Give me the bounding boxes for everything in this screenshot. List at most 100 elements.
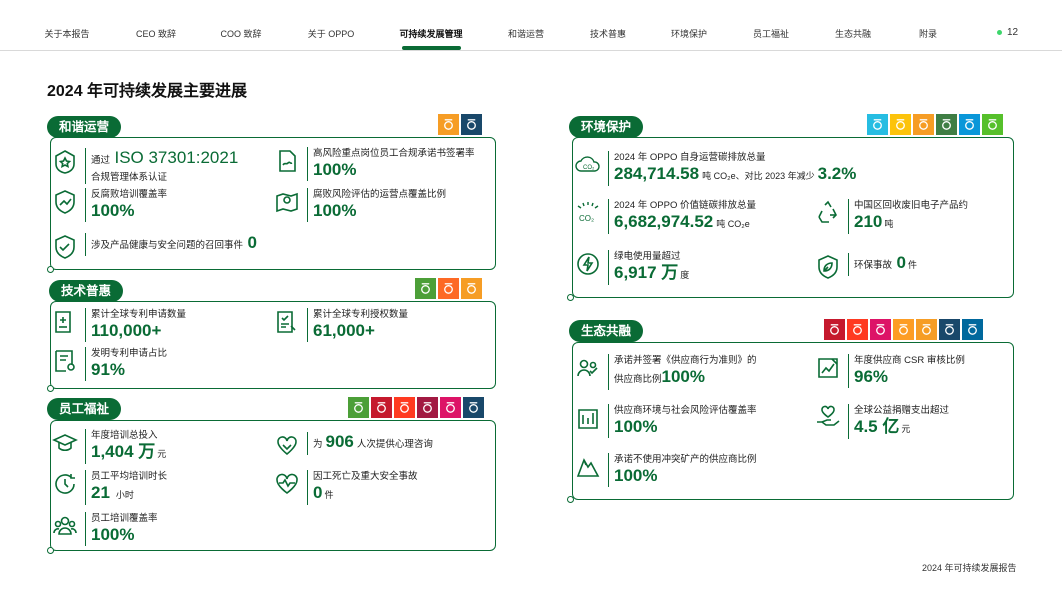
recycle-unit: 吨: [884, 219, 894, 229]
apply-value: 110,000+: [91, 321, 162, 340]
sdg-goal-icon: [415, 278, 436, 299]
metric-donate: 全球公益捐赠支出超过 4.5 亿元: [815, 404, 949, 439]
heart-hands-icon: [274, 433, 300, 459]
accident-value: 0: [313, 483, 323, 502]
nav-appendix[interactable]: 附录: [919, 27, 937, 40]
code-label: 承诺并签署《供应商行为准则》的: [614, 355, 757, 366]
donate-label: 全球公益捐赠支出超过: [854, 405, 950, 416]
nav-environment[interactable]: 环境保护: [671, 27, 707, 40]
patent-grant-icon: [274, 309, 300, 335]
metric-conflict-minerals: 承诺不使用冲突矿产的供应商比例 100%: [575, 453, 757, 487]
ecosystem-sdg-icons: [824, 319, 983, 340]
shield-check-icon: [52, 234, 78, 260]
conflict-label: 承诺不使用冲突矿产的供应商比例: [614, 454, 757, 465]
assess-label: 供应商环境与社会风险评估覆盖率: [614, 405, 757, 416]
incident-pre: 环保事故: [854, 260, 893, 271]
nav-ecosystem[interactable]: 生态共融: [835, 27, 871, 40]
employee-title: 员工福祉: [47, 398, 122, 420]
page-dot-icon: [997, 29, 1002, 35]
csr-value: 96%: [854, 367, 889, 386]
recycle-label: 中国区回收废旧电子产品约: [854, 200, 969, 211]
sdg-goal-icon: [348, 397, 369, 418]
training-value: 100%: [91, 201, 135, 220]
sdg-goal-icon: [417, 397, 438, 418]
psych-value: 906: [325, 432, 354, 451]
invest-value: 1,404 万: [91, 442, 156, 461]
sdg-goal-icon: [913, 114, 934, 135]
employee-end-dot: [47, 547, 54, 554]
training-label: 反腐败培训覆盖率: [91, 189, 168, 200]
own-unit: 吨 CO₂e、对比 2023 年减少: [702, 171, 815, 181]
nav-active-indicator: [402, 46, 461, 50]
csr-label: 年度供应商 CSR 审核比例: [854, 355, 965, 366]
svg-text:CO₂: CO₂: [579, 214, 594, 223]
metric-training: 反腐败培训覆盖率 100%: [52, 188, 167, 222]
metric-iso: 通过 ISO 37301:2021 合规管理体系认证: [52, 148, 238, 184]
sdg-goal-icon: [890, 114, 911, 135]
metric-recall: 涉及产品健康与安全问题的召回事件 0: [52, 233, 257, 260]
metric-risk: 腐败风险评估的运营点覆盖比例 100%: [274, 188, 446, 222]
supplier-people-icon: [575, 355, 601, 381]
metric-chain-emission: CO₂ 2024 年 OPPO 价值链碳排放总量 6,682,974.52 吨 C…: [575, 199, 756, 234]
shield-growth-icon: [52, 189, 78, 215]
green-power-icon: [575, 251, 601, 277]
metric-invention: 发明专利申请占比 91%: [52, 347, 167, 381]
incident-unit: 件: [907, 260, 917, 270]
accident-label: 因工死亡及重大安全事故: [313, 471, 418, 482]
nav-about-oppo[interactable]: 关于 OPPO: [308, 27, 355, 40]
nav-employee[interactable]: 员工福祉: [753, 27, 789, 40]
tech-sdg-icons: [415, 278, 482, 299]
chain-label: 2024 年 OPPO 价值链碳排放总量: [614, 200, 757, 211]
patent-apply-icon: [52, 309, 78, 335]
hours-unit: 小时: [115, 490, 134, 500]
iso-pre: 通过: [91, 155, 111, 166]
metric-env-incident: 环保事故 0件: [815, 253, 917, 280]
own-value: 284,714.58: [614, 164, 700, 183]
nav-tech[interactable]: 技术普惠: [590, 27, 626, 40]
sdg-goal-icon: [959, 114, 980, 135]
commitment-value: 100%: [313, 160, 357, 179]
own-label: 2024 年 OPPO 自身运营碳排放总量: [614, 152, 766, 163]
risk-label: 腐败风险评估的运营点覆盖比例: [313, 189, 447, 200]
nav-harmony[interactable]: 和谐运营: [508, 27, 544, 40]
chain-unit: 吨 CO₂e: [716, 219, 750, 229]
metric-supplier-code: 承诺并签署《供应商行为准则》的 供应商比例100%: [575, 354, 757, 390]
donate-unit: 元: [901, 424, 911, 434]
nav-ceo[interactable]: CEO 致辞: [136, 27, 176, 40]
heart-pulse-icon: [274, 471, 300, 497]
sdg-goal-icon: [461, 278, 482, 299]
code-value: 100%: [661, 367, 705, 386]
sdg-goal-icon: [982, 114, 1003, 135]
charity-hands-icon: [815, 405, 841, 431]
employee-sdg-icons: [348, 397, 484, 418]
nav-sustainability-mgmt[interactable]: 可持续发展管理: [399, 27, 462, 40]
psych-pre: 为: [313, 439, 323, 450]
commitment-label: 高风险重点岗位员工合规承诺书签署率: [313, 148, 475, 159]
harmony-sdg-icons: [438, 114, 482, 135]
co2-cloud-icon: CO₂: [575, 152, 601, 178]
invention-label: 发明专利申请占比: [91, 348, 168, 359]
hours-label: 员工平均培训时长: [91, 471, 168, 482]
green-value: 6,917 万: [614, 263, 679, 282]
metric-supplier-assess: 供应商环境与社会风险评估覆盖率 100%: [575, 404, 757, 438]
nav-coo[interactable]: COO 致辞: [220, 27, 261, 40]
nav-about-report[interactable]: 关于本报告: [44, 27, 89, 40]
sdg-goal-icon: [962, 319, 983, 340]
page-number-value: 12: [1007, 27, 1019, 38]
tech-title: 技术普惠: [49, 280, 124, 302]
svg-text:CO₂: CO₂: [583, 165, 595, 171]
metric-green-power: 绿电使用量超过 6,917 万度: [575, 250, 689, 285]
co2-icon: CO₂: [575, 200, 601, 226]
recycle-icon: [815, 200, 841, 226]
sdg-goal-icon: [847, 319, 868, 340]
sdg-goal-icon: [438, 114, 459, 135]
metric-own-emission: CO₂ 2024 年 OPPO 自身运营碳排放总量 284,714.58 吨 CO…: [575, 151, 856, 186]
mountain-icon: [575, 454, 601, 480]
own-value2: 3.2%: [817, 164, 857, 183]
conflict-value: 100%: [614, 466, 658, 485]
sdg-goal-icon: [939, 319, 960, 340]
environment-sdg-icons: [867, 114, 1003, 135]
recycle-value: 210: [854, 212, 883, 231]
sdg-goal-icon: [870, 319, 891, 340]
top-nav: 关于本报告 CEO 致辞 COO 致辞 关于 OPPO 可持续发展管理 和谐运营…: [0, 0, 1062, 51]
